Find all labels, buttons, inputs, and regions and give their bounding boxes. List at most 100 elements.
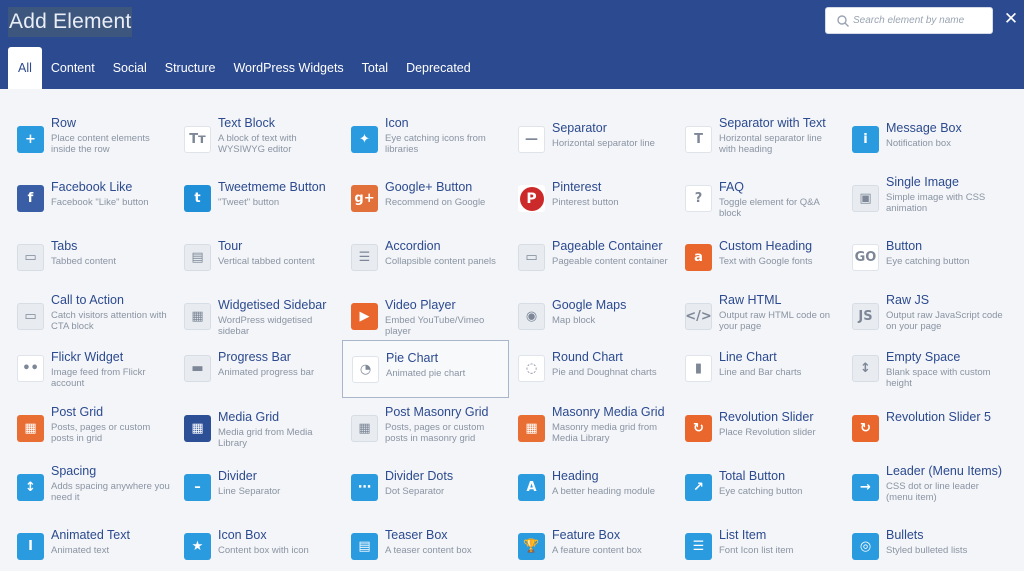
search-box[interactable] [825, 7, 993, 34]
element-tabs[interactable]: ▭ Tabs Tabbed content [8, 229, 175, 287]
element-description: Posts, pages or custom posts in grid [51, 422, 151, 444]
file-icon: ▤ [351, 533, 378, 560]
element-description: Animated pie chart [386, 368, 466, 379]
element-post-masonry-grid[interactable]: ▦ Post Masonry Grid Posts, pages or custom… [342, 400, 509, 458]
tab-total[interactable]: Total [353, 47, 397, 89]
element-masonry-media-grid[interactable]: ▦ Masonry Media Grid Masonry media grid fr… [509, 400, 676, 458]
element-description: WordPress widgetised sidebar [218, 315, 313, 337]
element-description: Horizontal separator line with heading [719, 133, 822, 155]
element-description: Output raw HTML code on your page [719, 310, 831, 332]
element-name: Pie Chart [386, 351, 439, 365]
plus-icon: + [17, 126, 44, 153]
element-description: Dot Separator [385, 486, 445, 497]
tab-all[interactable]: All [8, 47, 42, 89]
element-description: Line and Bar charts [719, 367, 802, 378]
element-heading[interactable]: A Heading A better heading module [509, 459, 676, 517]
js-icon: JS [852, 303, 879, 330]
element-description: Animated progress bar [218, 367, 315, 378]
element-description: Image feed from Flickr account [51, 367, 146, 389]
element-media-grid[interactable]: ▦ Media Grid Media grid from Media Library [175, 400, 342, 458]
element-progress-bar[interactable]: ▬ Progress Bar Animated progress bar [175, 340, 342, 398]
tab-structure[interactable]: Structure [156, 47, 225, 89]
close-icon[interactable]: ✕ [1003, 10, 1019, 28]
element-separator-with-text[interactable]: T Separator with Text Horizontal separator… [676, 111, 843, 169]
element-divider-dots[interactable]: ⋯ Divider Dots Dot Separator [342, 459, 509, 517]
element-raw-html[interactable]: </> Raw HTML Output raw HTML code on your … [676, 288, 843, 346]
separator-text-icon: T [685, 126, 712, 153]
element-message-box[interactable]: i Message Box Notification box [843, 111, 1010, 169]
element-description: Line Separator [218, 486, 281, 497]
element-description: Eye catching button [719, 486, 803, 497]
element-feature-box[interactable]: 🏆 Feature Box A feature content box [509, 518, 676, 571]
element-separator[interactable]: — Separator Horizontal separator line [509, 111, 676, 169]
element-name: Pageable Container [552, 239, 663, 253]
element-description: Masonry media grid from Media Library [552, 422, 658, 444]
element-text-block[interactable]: Tт Text Block A block of text with WYSIWYG… [175, 111, 342, 169]
element-row[interactable]: + Row Place content elements inside the ro… [8, 111, 175, 169]
element-google-button[interactable]: g+ Google+ Button Recommend on Google [342, 170, 509, 228]
element-raw-js[interactable]: JS Raw JS Output raw JavaScript code on yo… [843, 288, 1010, 346]
element-accordion[interactable]: ☰ Accordion Collapsible content panels [342, 229, 509, 287]
element-round-chart[interactable]: ◌ Round Chart Pie and Doughnat charts [509, 340, 676, 398]
accordion-icon: ☰ [351, 244, 378, 271]
element-widgetised-sidebar[interactable]: ▦ Widgetised Sidebar WordPress widgetised … [175, 288, 342, 346]
element-icon[interactable]: ✦ Icon Eye catching icons from libraries [342, 111, 509, 169]
element-description: Toggle element for Q&A block [719, 197, 820, 219]
element-name: Leader (Menu Items) [886, 464, 1003, 478]
element-revolution-slider[interactable]: ↻ Revolution Slider Place Revolution slide… [676, 400, 843, 458]
element-name: Message Box [886, 121, 962, 135]
element-teaser-box[interactable]: ▤ Teaser Box A teaser content box [342, 518, 509, 571]
element-flickr-widget[interactable]: •• Flickr Widget Image feed from Flickr ac… [8, 340, 175, 398]
element-description: Content box with icon [218, 545, 309, 556]
element-call-to-action[interactable]: ▭ Call to Action Catch visitors attention … [8, 288, 175, 346]
post-grid-icon: ▦ [17, 415, 44, 442]
element-pie-chart[interactable]: ◔ Pie Chart Animated pie chart [342, 340, 509, 398]
element-description: A block of text with WYSIWYG editor [218, 133, 297, 155]
star-icon: ★ [184, 533, 211, 560]
image-icon: ▣ [852, 185, 879, 212]
element-description: Adds spacing anywhere you need it [51, 481, 170, 503]
tab-social[interactable]: Social [104, 47, 156, 89]
element-spacing[interactable]: ↕ Spacing Adds spacing anywhere you need i… [8, 459, 175, 517]
element-video-player[interactable]: ▶ Video Player Embed YouTube/Vimeo player [342, 288, 509, 346]
element-list-item[interactable]: ☰ List Item Font Icon list item [676, 518, 843, 571]
element-tour[interactable]: ▤ Tour Vertical tabbed content [175, 229, 342, 287]
element-pinterest[interactable]: P Pinterest Pinterest button [509, 170, 676, 228]
element-leader-menu-items[interactable]: → Leader (Menu Items) CSS dot or line lead… [843, 459, 1010, 517]
masonry-grid-icon: ▦ [351, 415, 378, 442]
tab-deprecated[interactable]: Deprecated [397, 47, 480, 89]
tab-wordpress-widgets[interactable]: WordPress Widgets [224, 47, 352, 89]
element-bullets[interactable]: ◎ Bullets Styled bulleted lists [843, 518, 1010, 571]
element-name: Icon [385, 116, 409, 130]
element-single-image[interactable]: ▣ Single Image Simple image with CSS anima… [843, 170, 1010, 228]
element-divider[interactable]: – Divider Line Separator [175, 459, 342, 517]
element-button[interactable]: GO Button Eye catching button [843, 229, 1010, 287]
element-description: A teaser content box [385, 545, 472, 556]
element-description: Horizontal separator line [552, 138, 655, 149]
element-facebook-like[interactable]: f Facebook Like Facebook "Like" button [8, 170, 175, 228]
element-name: List Item [719, 528, 767, 542]
element-icon-box[interactable]: ★ Icon Box Content box with icon [175, 518, 342, 571]
element-line-chart[interactable]: ▮ Line Chart Line and Bar charts [676, 340, 843, 398]
element-animated-text[interactable]: I Animated Text Animated text [8, 518, 175, 571]
search-input[interactable] [853, 10, 989, 31]
element-name: Video Player [385, 298, 456, 312]
element-description: Styled bulleted lists [886, 545, 968, 556]
element-description: Notification box [886, 138, 951, 149]
element-revolution-slider-5[interactable]: ↻ Revolution Slider 5 [843, 400, 1010, 458]
element-empty-space[interactable]: ↕ Empty Space Blank space with custom heig… [843, 340, 1010, 398]
element-tweetmeme-button[interactable]: t Tweetmeme Button "Tweet" button [175, 170, 342, 228]
element-faq[interactable]: ? FAQ Toggle element for Q&A block [676, 170, 843, 228]
element-google-maps[interactable]: ◉ Google Maps Map block [509, 288, 676, 346]
tab-content[interactable]: Content [42, 47, 104, 89]
element-post-grid[interactable]: ▦ Post Grid Posts, pages or custom posts i… [8, 400, 175, 458]
star-icon: ✦ [351, 126, 378, 153]
element-name: Widgetised Sidebar [218, 298, 327, 312]
heading-icon: A [518, 474, 545, 501]
element-description: "Tweet" button [218, 197, 280, 208]
element-pageable-container[interactable]: ▭ Pageable Container Pageable content cont… [509, 229, 676, 287]
element-custom-heading[interactable]: a Custom Heading Text with Google fonts [676, 229, 843, 287]
twitter-icon: t [184, 185, 211, 212]
element-total-button[interactable]: ↗ Total Button Eye catching button [676, 459, 843, 517]
element-description: Tabbed content [51, 256, 116, 267]
